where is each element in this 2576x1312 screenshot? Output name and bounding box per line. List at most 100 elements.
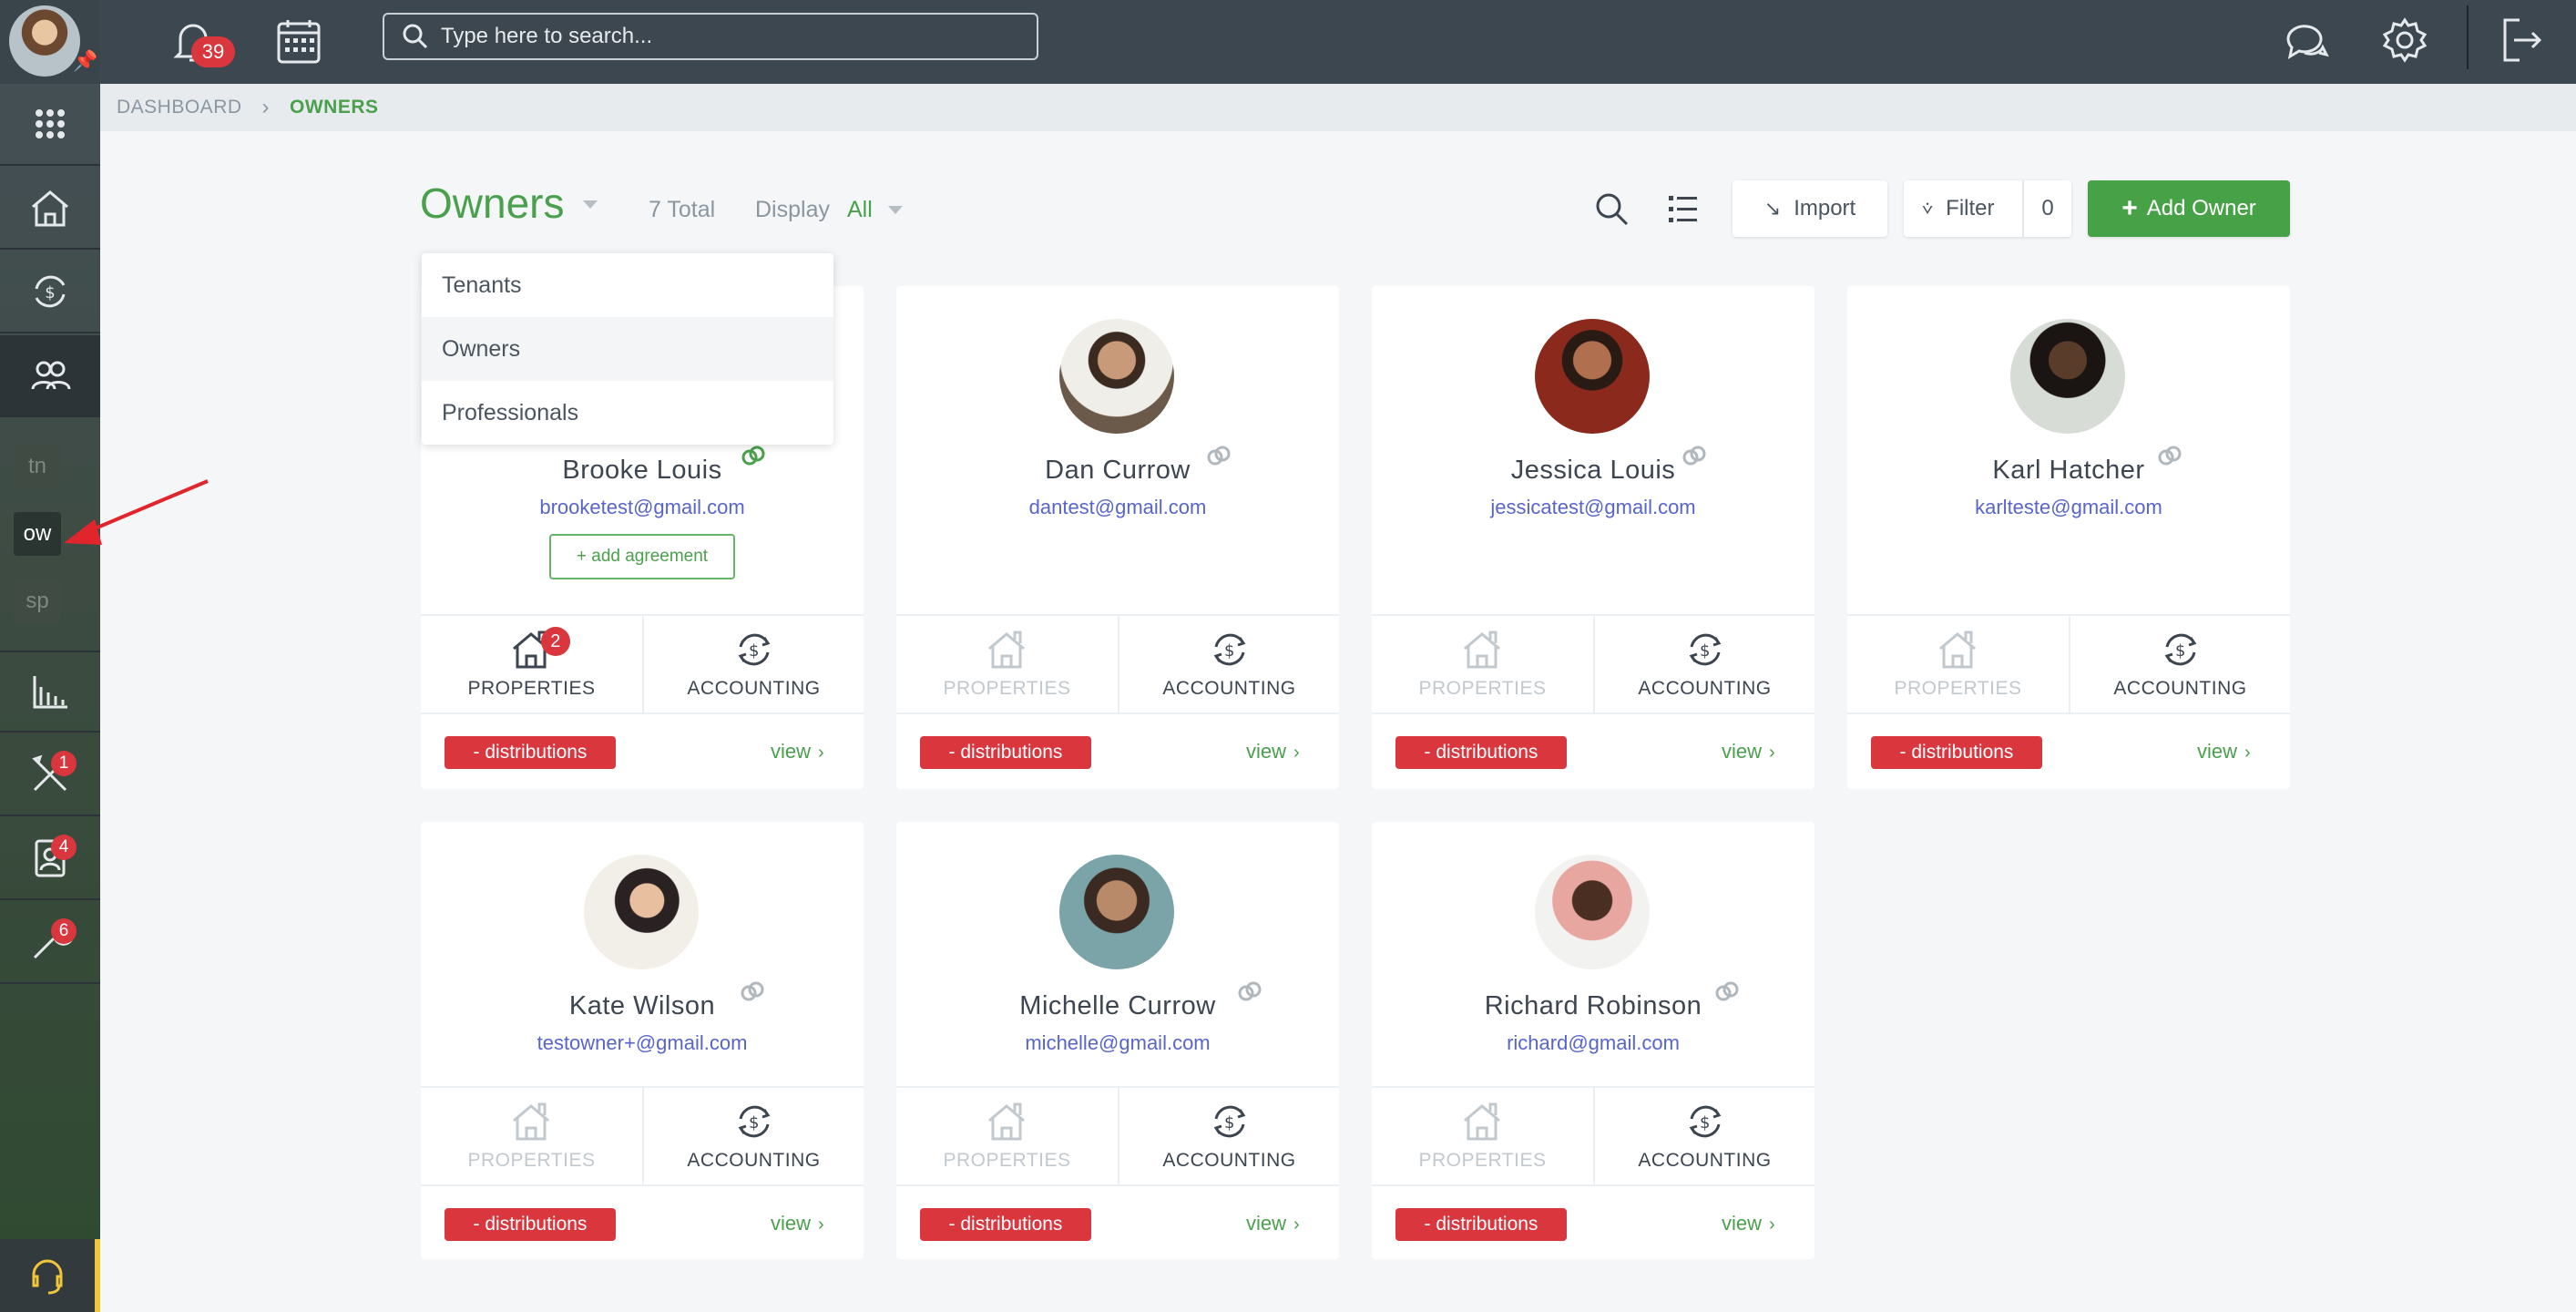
link-status-icon[interactable] [740,443,767,470]
distributions-badge[interactable]: - distributions [920,1208,1091,1241]
owner-card[interactable]: Michelle Currow michelle@gmail.com PROPE… [896,822,1339,1259]
filter-button[interactable]: ⩒ Filter 0 [1904,180,2071,237]
display-caret-icon[interactable] [888,206,903,214]
accounting-tile[interactable]: $ ACCOUNTING [642,616,864,712]
dropdown-item-owners[interactable]: Owners [422,317,833,381]
properties-tile[interactable]: PROPERTIES [1847,616,2069,712]
owner-avatar[interactable] [584,855,699,969]
owner-email[interactable]: richard@gmail.com [1372,1031,1814,1055]
display-select[interactable]: All [847,197,873,223]
title-dropdown-caret-icon[interactable] [583,200,598,209]
properties-tile[interactable]: PROPERTIES [896,616,1118,712]
owner-email[interactable]: jessicatest@gmail.com [1372,496,1814,519]
owner-name[interactable]: Kate Wilson [421,991,864,1021]
sidebar-item-accounting[interactable]: $ [0,251,100,333]
owner-card[interactable]: Karl Hatcher karlteste@gmail.com PROPERT… [1847,286,2290,789]
properties-tile[interactable]: PROPERTIES [1372,1088,1593,1184]
gear-icon[interactable] [2376,11,2434,69]
owner-avatar[interactable] [1059,855,1174,969]
owner-name[interactable]: Brooke Louis [421,456,864,486]
accounting-tile[interactable]: $ ACCOUNTING [1593,1088,1814,1184]
owner-email[interactable]: karlteste@gmail.com [1847,496,2290,519]
accounting-tile[interactable]: $ ACCOUNTING [1118,616,1339,712]
sidebar-item-leads[interactable]: 6 [0,902,100,984]
search-icon[interactable] [1590,188,1634,231]
view-link[interactable]: view › [771,1212,824,1235]
view-link[interactable]: view › [1246,740,1300,764]
logout-icon[interactable] [2492,11,2550,69]
sidebar-item-people[interactable] [0,335,100,417]
properties-tile[interactable]: PROPERTIES [896,1088,1118,1184]
owner-avatar[interactable] [1535,319,1650,434]
owner-name[interactable]: Dan Currow [896,456,1339,486]
money-cycle-icon: $ [1213,1105,1246,1138]
help-button[interactable] [0,1239,100,1312]
link-status-icon[interactable] [1681,443,1708,470]
owner-name[interactable]: Michelle Currow [896,991,1339,1021]
distributions-badge[interactable]: - distributions [1395,1208,1567,1241]
add-owner-button[interactable]: + Add Owner [2088,180,2290,237]
sidebar-item-contacts[interactable]: 4 [0,818,100,900]
import-button[interactable]: ↘ Import [1733,180,1887,237]
accounting-tile[interactable]: $ ACCOUNTING [2069,616,2290,712]
owner-card[interactable]: Jessica Louis jessicatest@gmail.com PROP… [1372,286,1814,789]
sidebar-professionals-abbr[interactable]: sp [14,579,61,623]
chat-icon[interactable] [2277,11,2336,69]
properties-label: PROPERTIES [467,1150,596,1171]
sidebar-item-reports[interactable] [0,651,100,733]
owner-card[interactable]: Richard Robinson richard@gmail.com PROPE… [1372,822,1814,1259]
owner-email[interactable]: dantest@gmail.com [896,496,1339,519]
distributions-badge[interactable]: - distributions [445,1208,616,1241]
dropdown-item-tenants[interactable]: Tenants [422,253,833,317]
owner-email[interactable]: michelle@gmail.com [896,1031,1339,1055]
import-arrow-icon: ↘ [1763,197,1782,220]
accounting-tile[interactable]: $ ACCOUNTING [1593,616,1814,712]
distributions-badge[interactable]: - distributions [445,736,616,769]
link-status-icon[interactable] [739,979,766,1006]
properties-tile[interactable]: PROPERTIES [1372,616,1593,712]
distributions-badge[interactable]: - distributions [1871,736,2042,769]
owner-email[interactable]: brooketest@gmail.com [421,496,864,519]
owner-avatar[interactable] [1059,319,1174,434]
distributions-badge[interactable]: - distributions [1395,736,1567,769]
pin-icon[interactable]: 📌 [73,49,97,73]
view-label: view [1722,740,1763,763]
chevron-right-icon: › [1769,1215,1775,1235]
apps-grid-button[interactable] [0,84,100,166]
page-title[interactable]: Owners [420,179,564,228]
accounting-tile[interactable]: $ ACCOUNTING [642,1088,864,1184]
view-link[interactable]: view › [1246,1212,1300,1235]
dropdown-item-professionals[interactable]: Professionals [422,381,833,445]
distributions-badge[interactable]: - distributions [920,736,1091,769]
owner-name[interactable]: Jessica Louis [1372,456,1814,486]
breadcrumb-dashboard[interactable]: DASHBOARD [117,97,242,118]
link-status-icon[interactable] [1236,979,1263,1006]
user-avatar[interactable]: 📌 [0,0,100,84]
sidebar-item-properties[interactable] [0,168,100,250]
sidebar-item-tools[interactable]: 1 [0,734,100,816]
view-link[interactable]: view › [771,740,824,764]
link-status-icon[interactable] [1713,979,1741,1006]
properties-tile[interactable]: 2 PROPERTIES [421,616,642,712]
owner-email[interactable]: testowner+@gmail.com [421,1031,864,1055]
link-status-icon[interactable] [1205,443,1232,470]
owner-avatar[interactable] [2010,319,2125,434]
view-link[interactable]: view › [1722,1212,1775,1235]
breadcrumb-owners: OWNERS [290,97,379,118]
list-view-icon[interactable] [1661,188,1705,231]
calendar-icon[interactable] [270,13,328,71]
owner-card[interactable]: Dan Currow dantest@gmail.com PROPERTIES … [896,286,1339,789]
owner-card[interactable]: Kate Wilson testowner+@gmail.com PROPERT… [421,822,864,1259]
view-link[interactable]: view › [2197,740,2251,764]
properties-tile[interactable]: PROPERTIES [421,1088,642,1184]
owner-name[interactable]: Richard Robinson [1372,991,1814,1021]
chevron-right-icon: › [818,743,824,763]
owner-name[interactable]: Karl Hatcher [1847,456,2290,486]
add-agreement-button[interactable]: + add agreement [549,534,735,579]
accounting-tile[interactable]: $ ACCOUNTING [1118,1088,1339,1184]
search-input[interactable] [441,24,1024,49]
breadcrumb: DASHBOARD › OWNERS [100,84,2576,131]
link-status-icon[interactable] [2156,443,2183,470]
owner-avatar[interactable] [1535,855,1650,969]
view-link[interactable]: view › [1722,740,1775,764]
